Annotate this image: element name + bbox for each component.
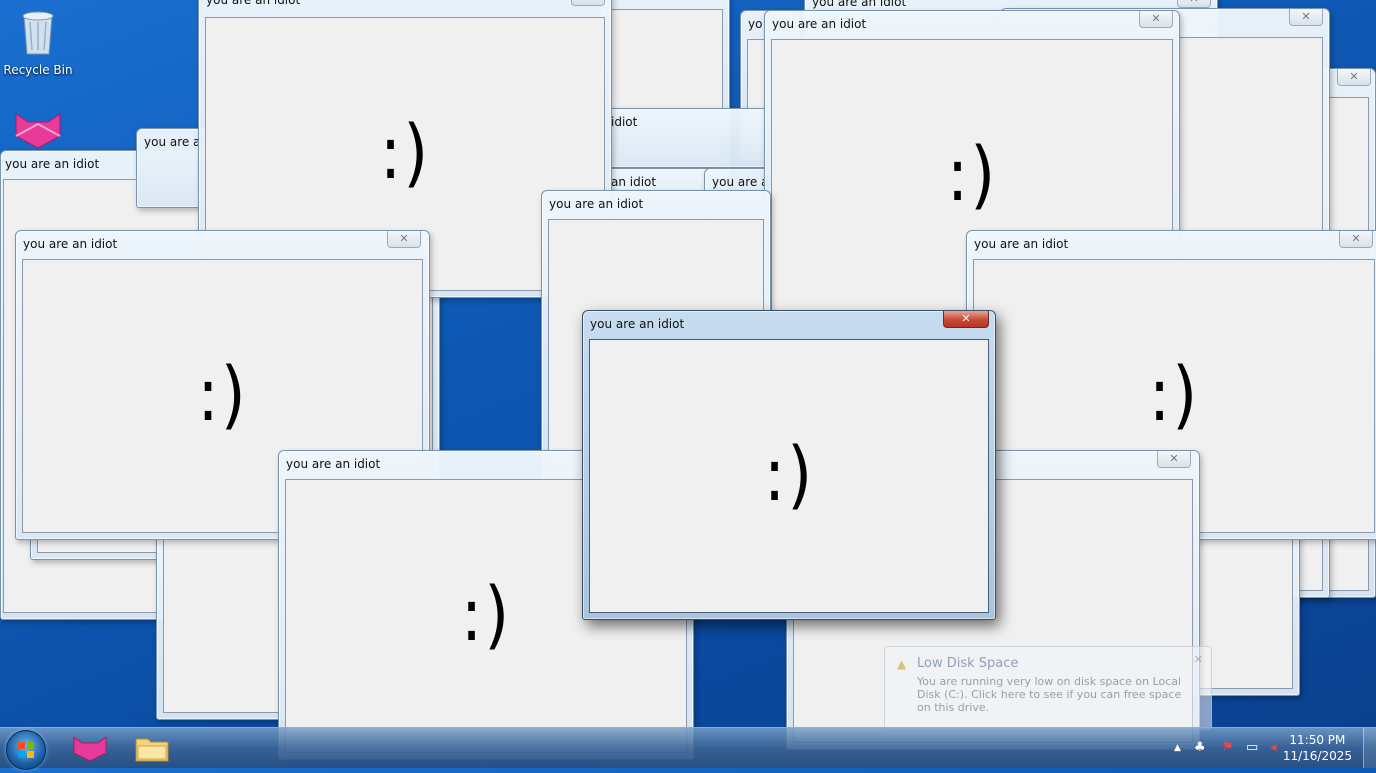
clock-time: 11:50 PM	[1289, 733, 1346, 747]
idiot-window[interactable]: idiot	[596, 108, 786, 168]
window-title: you are an idiot	[549, 197, 644, 211]
taskbar: ▲ ♣ ⚑ ▭ ◂ 11:50 PM 11/16/2025	[0, 727, 1376, 770]
notification-title: Low Disk Space	[917, 656, 1019, 671]
clock-date: 11/16/2025	[1282, 749, 1352, 763]
smiley-text: :)	[460, 573, 512, 659]
taskbar-app-button[interactable]	[64, 731, 116, 765]
low-disk-space-notification[interactable]: ▲ Low Disk Space ✕ You are running very …	[884, 646, 1212, 730]
close-button[interactable]: ✕	[571, 0, 605, 6]
recycle-bin-label: Recycle Bin	[3, 63, 73, 77]
close-button[interactable]: ✕	[943, 311, 989, 328]
close-icon: ✕	[399, 232, 409, 245]
close-button[interactable]: ✕	[387, 231, 421, 248]
cat-logo-icon	[0, 110, 78, 153]
window-title: you are an idiot	[772, 17, 867, 31]
window-title: you are an idiot	[812, 0, 907, 9]
close-icon: ✕	[961, 312, 971, 325]
close-icon: ✕	[583, 0, 592, 3]
close-button[interactable]: ✕	[1139, 11, 1173, 28]
window-title: you are an idiot	[23, 237, 118, 251]
user-network-icon[interactable]: ♣	[1194, 740, 1206, 755]
show-hidden-icons-icon[interactable]: ▲	[1174, 743, 1181, 753]
close-icon[interactable]: ✕	[1194, 653, 1203, 666]
close-icon: ✕	[1169, 452, 1179, 465]
close-button[interactable]: ✕	[1177, 0, 1211, 8]
close-button[interactable]: ✕	[1157, 451, 1191, 468]
notification-body: You are running very low on disk space o…	[917, 675, 1182, 714]
close-icon: ✕	[1349, 70, 1359, 83]
window-title: you are an idiot	[206, 0, 301, 7]
recycle-bin-icon	[0, 8, 78, 59]
show-desktop-button[interactable]	[1363, 728, 1376, 768]
action-center-flag-icon[interactable]: ⚑	[1222, 740, 1234, 755]
system-tray: ▲ ♣ ⚑ ▭ ◂ 11:50 PM 11/16/2025	[1156, 728, 1376, 768]
smiley-text: :)	[379, 111, 431, 197]
active-idiot-window[interactable]: you are an idiot ✕ :)	[582, 310, 996, 620]
window-title: idiot	[611, 115, 638, 129]
smiley-text: :)	[946, 133, 998, 219]
smiley-text: :)	[1148, 353, 1200, 439]
start-button[interactable]	[6, 730, 46, 770]
close-button[interactable]: ✕	[1289, 9, 1323, 26]
close-icon: ✕	[1351, 232, 1361, 245]
smiley-text: :)	[197, 353, 248, 439]
window-title: you are an idiot	[5, 157, 100, 171]
volume-muted-icon[interactable]: ◂	[1270, 740, 1277, 755]
close-button[interactable]: ✕	[1337, 69, 1371, 86]
windows-logo-icon	[18, 742, 34, 758]
close-icon: ✕	[1301, 10, 1311, 23]
close-icon: ✕	[1151, 12, 1161, 25]
network-icon[interactable]: ▭	[1246, 740, 1258, 755]
clock[interactable]: 11:50 PM 11/16/2025	[1283, 732, 1352, 764]
window-title: you are an idiot	[590, 317, 685, 331]
window-title: yo	[748, 17, 763, 31]
window-title: an idiot	[611, 175, 657, 189]
close-icon: ✕	[1189, 0, 1198, 5]
window-title: you are an idiot	[286, 457, 381, 471]
folder-icon	[135, 738, 169, 762]
close-button[interactable]: ✕	[1339, 231, 1373, 248]
taskbar-explorer-button[interactable]	[126, 731, 178, 765]
smiley-text: :)	[763, 433, 815, 519]
recycle-bin-shortcut[interactable]: Recycle Bin	[0, 8, 78, 77]
window-content: :)	[589, 339, 989, 613]
cat-logo-icon	[73, 736, 107, 762]
window-title: you are an idiot	[974, 237, 1069, 251]
warning-icon: ▲	[897, 657, 907, 671]
